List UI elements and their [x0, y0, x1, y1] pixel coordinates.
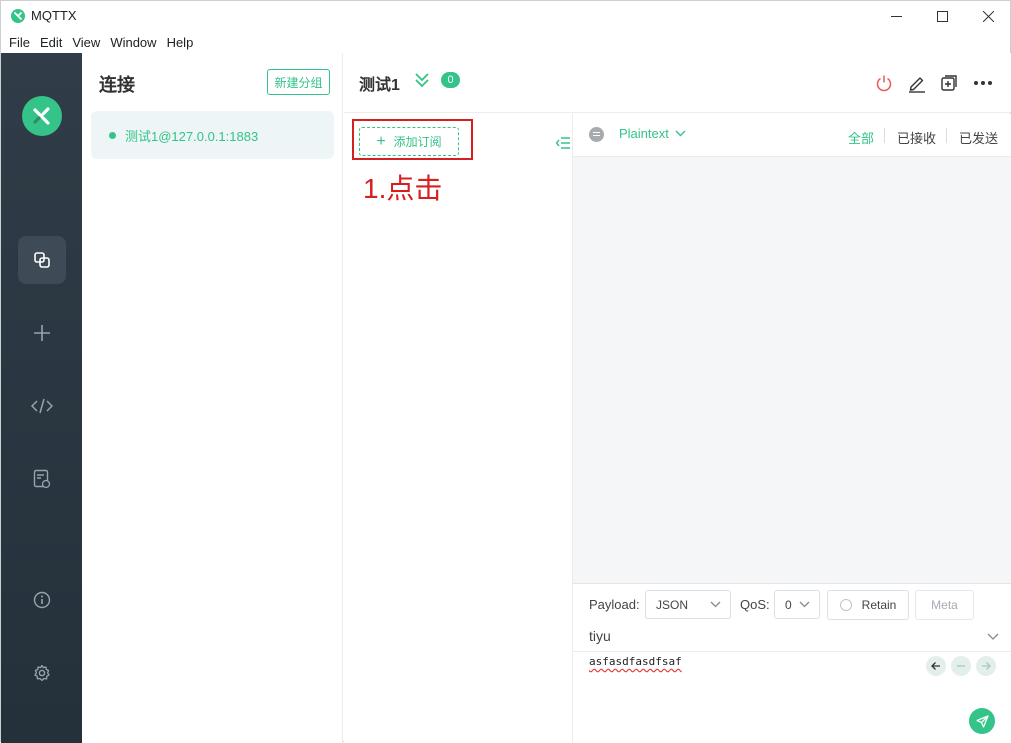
collapse-sidebar-icon[interactable]: [556, 136, 570, 150]
connected-status-dot: [109, 131, 116, 139]
chevron-down-icon: [799, 601, 810, 608]
new-window-icon: [941, 75, 957, 91]
arrow-right-icon: [982, 662, 991, 670]
history-back-button[interactable]: [926, 656, 946, 676]
rail-connections-button[interactable]: [18, 236, 66, 284]
plus-icon: [34, 325, 50, 341]
divider: [946, 128, 947, 143]
app-window: MQTTX File Edit View Window Help 连接 新建分组…: [0, 0, 1011, 743]
window-title: MQTTX: [31, 8, 77, 23]
qos-select[interactable]: 0: [774, 590, 820, 619]
connection-item-label: 测试1@127.0.0.1:1883: [125, 128, 259, 144]
menu-edit[interactable]: Edit: [35, 35, 67, 50]
maximize-button[interactable]: [919, 1, 965, 31]
meta-button[interactable]: Meta: [915, 590, 974, 620]
double-chevron-down-icon[interactable]: [414, 72, 430, 88]
send-button[interactable]: [969, 708, 995, 734]
left-rail: [1, 53, 82, 743]
divider: [884, 128, 885, 143]
menu-window[interactable]: Window: [105, 35, 161, 50]
qos-label: QoS:: [740, 597, 770, 612]
publish-panel: Payload: JSON QoS: 0 Retain Meta tiyu as…: [573, 583, 1011, 743]
more-options-button[interactable]: [971, 71, 995, 95]
rail-new-connection-button[interactable]: [18, 309, 66, 357]
filter-all-tab[interactable]: 全部: [848, 128, 874, 147]
more-icon: [974, 81, 992, 85]
rail-log-button[interactable]: [18, 455, 66, 503]
minus-icon: [957, 665, 965, 667]
history-forward-button[interactable]: [976, 656, 996, 676]
gear-icon: [34, 664, 50, 682]
menu-bar: File Edit View Window Help: [1, 31, 1010, 53]
new-group-button[interactable]: 新建分组: [267, 69, 330, 95]
main-header: 测试1 0: [344, 53, 1011, 113]
mqttx-logo-icon: [22, 96, 62, 136]
payload-format-select[interactable]: Plaintext: [619, 126, 686, 141]
chevron-down-icon: [675, 130, 686, 137]
message-toolbar: Plaintext 全部 已接收 已发送: [573, 114, 1011, 157]
payload-format-value: Plaintext: [619, 126, 669, 141]
history-clear-button[interactable]: [951, 656, 971, 676]
info-icon: [33, 591, 51, 609]
edit-connection-button[interactable]: [905, 71, 929, 95]
annotation-highlight-box: [352, 119, 473, 160]
retain-label: Retain: [861, 598, 897, 612]
menu-help[interactable]: Help: [162, 35, 199, 50]
title-bar: MQTTX: [1, 1, 1010, 31]
message-list: Plaintext 全部 已接收 已发送: [573, 114, 1011, 583]
payload-label: Payload:: [589, 597, 640, 612]
send-icon: [975, 714, 989, 728]
payload-editor[interactable]: asfasdfasdfsaf: [589, 655, 682, 668]
payload-type-value: JSON: [656, 597, 689, 612]
filter-sent-tab[interactable]: 已发送: [959, 128, 998, 147]
edit-icon: [909, 77, 925, 93]
app-logo-icon: [11, 9, 25, 23]
subscriptions-panel: + 添加订阅 1.点击: [344, 114, 573, 743]
filter-received-tab[interactable]: 已接收: [897, 128, 936, 147]
connection-item[interactable]: 测试1@127.0.0.1:1883: [91, 111, 334, 159]
connections-header: 连接: [99, 75, 135, 95]
code-icon: [31, 398, 53, 414]
close-button[interactable]: [965, 1, 1011, 31]
payload-type-select[interactable]: JSON: [645, 590, 731, 619]
power-icon: [876, 75, 892, 92]
menu-file[interactable]: File: [4, 35, 35, 50]
arrow-left-icon: [931, 662, 940, 670]
connections-icon: [34, 252, 50, 268]
connections-panel: 连接 新建分组 测试1@127.0.0.1:1883: [82, 53, 343, 743]
menu-view[interactable]: View: [67, 35, 105, 50]
annotation-text: 1.点击: [363, 173, 443, 204]
retain-toggle[interactable]: Retain: [827, 590, 909, 620]
topic-input[interactable]: tiyu: [573, 624, 1011, 652]
rail-script-button[interactable]: [18, 382, 66, 430]
log-icon: [33, 469, 51, 489]
disconnect-button[interactable]: [872, 71, 896, 95]
subscription-count-badge: 0: [441, 72, 460, 88]
retain-radio-icon: [839, 599, 852, 611]
rail-settings-button[interactable]: [18, 649, 66, 697]
topic-value: tiyu: [589, 628, 611, 644]
new-window-button[interactable]: [937, 71, 961, 95]
chevron-down-icon[interactable]: [987, 633, 999, 641]
minimize-button[interactable]: [873, 1, 919, 31]
qos-value: 0: [785, 597, 792, 612]
connection-title: 测试1: [359, 77, 400, 94]
chevron-down-icon: [710, 601, 721, 608]
rail-about-button[interactable]: [18, 576, 66, 624]
message-filter-icon[interactable]: [589, 127, 604, 142]
